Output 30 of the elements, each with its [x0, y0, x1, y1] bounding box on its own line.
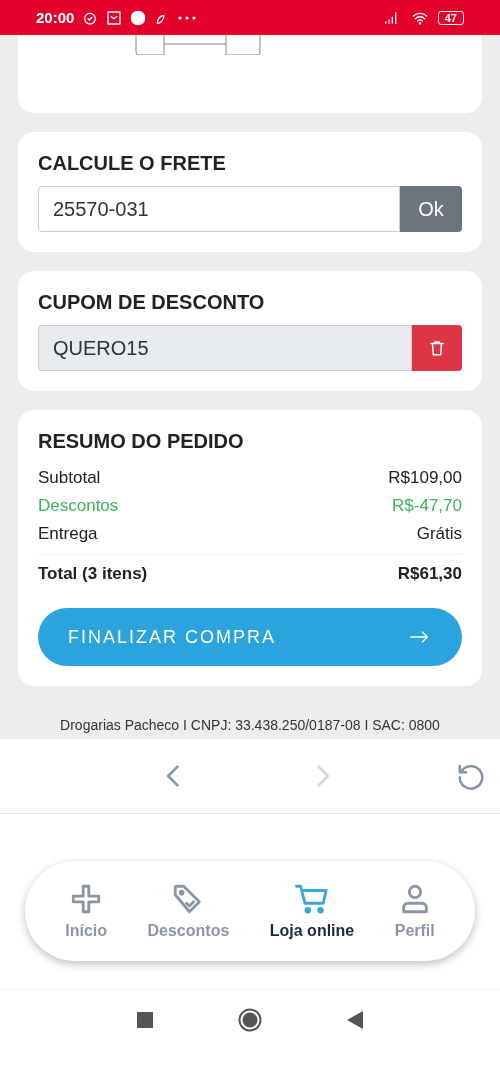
summary-title: RESUMO DO PEDIDO	[38, 430, 245, 453]
delete-button[interactable]	[412, 325, 462, 371]
coupon-title: CUPOM DE DESCONTO	[38, 291, 266, 314]
back-icon[interactable]	[347, 1010, 363, 1029]
shipping-title: CALCULE O FRETE	[38, 152, 227, 175]
cart-icon	[293, 882, 331, 916]
summary-label: Entrega	[38, 523, 98, 545]
trash-icon	[428, 339, 446, 357]
status-time: 20:00	[36, 9, 75, 26]
summary-value: R$109,00	[388, 467, 462, 489]
recents-icon[interactable]	[137, 1011, 153, 1028]
coupon-field[interactable]: QUERO15	[38, 325, 412, 371]
summary-value: R$-47,70	[392, 495, 462, 517]
nav-tab[interactable]: Perfil	[388, 881, 441, 941]
summary-label: Descontos	[38, 495, 119, 517]
more-icon	[178, 15, 197, 20]
footer-text: Drogarias Pacheco I CNPJ: 33.438.250/0187-08 I SAC: 0800	[59, 717, 441, 735]
zip-code-field[interactable]: 25570-031	[38, 186, 400, 232]
total-value: R$61,30	[397, 564, 462, 584]
nav-tab[interactable]: Início	[59, 881, 113, 941]
nav-tab[interactable]: Loja online	[263, 881, 361, 941]
summary-value: Grátis	[416, 523, 462, 545]
ok-button[interactable]: Ok	[400, 186, 462, 232]
home-icon[interactable]	[238, 1007, 262, 1032]
summary-label: Subtotal	[38, 467, 101, 489]
battery-level: 47	[437, 10, 464, 25]
total-label: Total (3 itens)	[38, 564, 148, 584]
nav-tab[interactable]: Descontos	[141, 881, 236, 941]
checkout-button[interactable]: FINALIZAR COMPRA	[38, 608, 462, 666]
message-icon	[106, 9, 123, 26]
